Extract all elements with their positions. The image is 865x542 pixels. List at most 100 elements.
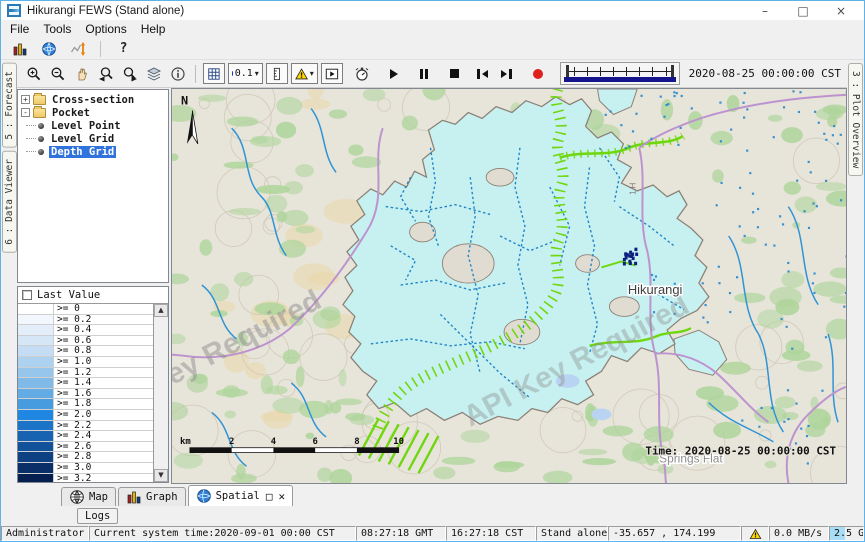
- timeline-tick: [574, 67, 575, 76]
- toolbar-separator: [100, 41, 101, 57]
- tree-item-cross-section[interactable]: +Cross-section: [19, 93, 167, 106]
- svg-text:10: 10: [393, 437, 404, 447]
- zoom-in-button[interactable]: [23, 63, 44, 84]
- legend-row[interactable]: >= 2.0: [18, 410, 153, 421]
- tree-item-level-grid[interactable]: Level Grid: [19, 132, 167, 145]
- legend-row[interactable]: >= 0: [18, 304, 153, 315]
- tree-item-level-point[interactable]: Level Point: [19, 119, 167, 132]
- pause-button[interactable]: [414, 63, 435, 84]
- legend-rows: >= 0>= 0.2>= 0.4>= 0.6>= 0.8>= 1.0>= 1.2…: [18, 304, 154, 482]
- step-back-icon: [482, 70, 488, 78]
- database-display-button[interactable]: [9, 38, 30, 59]
- timeline-tick: [587, 67, 588, 76]
- tree-connector: [26, 151, 36, 152]
- side-tab-5-forecast[interactable]: 5 : Forecast: [2, 63, 17, 148]
- menu-options[interactable]: Options: [80, 22, 135, 36]
- time-slider[interactable]: [560, 62, 680, 85]
- map-display-button[interactable]: [38, 38, 59, 59]
- tab-close-button[interactable]: ✕: [276, 490, 285, 503]
- scroll-up-icon[interactable]: ▲: [154, 304, 168, 317]
- tree-item-depth-grid[interactable]: Depth Grid: [19, 145, 167, 158]
- zoom-previous-icon: [98, 66, 114, 82]
- app-logo-icon: [7, 4, 21, 17]
- zoom-in-icon: [26, 66, 42, 82]
- step-forward-icon: [501, 70, 507, 78]
- scroll-down-icon[interactable]: ▼: [154, 469, 168, 482]
- tab-spatial[interactable]: Spatial□✕: [188, 485, 294, 506]
- zoom-next-button[interactable]: [119, 63, 140, 84]
- tab-float-button[interactable]: □: [264, 490, 273, 503]
- legend-label: >= 0: [54, 304, 153, 315]
- globe-wire-icon: [69, 489, 85, 505]
- toolbar-map: 0.1▾ ▾ 2020-08-25 00:00:00 CST: [17, 60, 847, 88]
- stopwatch-icon: [354, 66, 370, 82]
- menu-tools[interactable]: Tools: [38, 22, 80, 36]
- animation-window-button[interactable]: [321, 63, 343, 84]
- app-window: Hikurangi FEWS (Stand alone) – □ × FileT…: [0, 0, 865, 542]
- pan-hand-icon: [74, 66, 90, 82]
- legend-row[interactable]: >= 1.0: [18, 357, 153, 368]
- toolbar-main: ?: [1, 38, 864, 60]
- side-tab-3-plot-overview[interactable]: 3 : Plot Overview: [848, 63, 863, 176]
- warning-dropdown[interactable]: ▾: [291, 63, 318, 84]
- close-button[interactable]: ×: [822, 2, 860, 20]
- animation-timer-button[interactable]: [352, 63, 373, 84]
- help-button[interactable]: ?: [113, 38, 134, 59]
- tab-map[interactable]: Map: [61, 487, 116, 506]
- timeline-tick: [613, 67, 614, 76]
- left-panel: +Cross-section-PocketLevel PointLevel Gr…: [17, 88, 171, 484]
- play-button[interactable]: [384, 63, 405, 84]
- map-canvas: API Key Required API Key Required 1 H Hi…: [172, 89, 846, 483]
- legend-swatch: [18, 410, 54, 421]
- globe-icon: [196, 488, 212, 504]
- tab-graph[interactable]: Graph: [118, 487, 186, 506]
- status-mode: Stand alone: [536, 526, 608, 541]
- layers-button[interactable]: [143, 63, 164, 84]
- zoom-out-icon: [50, 66, 66, 82]
- chart-updown-icon: [70, 41, 86, 57]
- timeline-tick: [626, 67, 627, 76]
- right-tab-strip: 3 : Plot Overview: [847, 60, 864, 526]
- menu-help[interactable]: Help: [136, 22, 175, 36]
- step-back-button[interactable]: [472, 63, 493, 84]
- legend-label: >= 1.0: [54, 357, 153, 368]
- status-local-time: 16:27:18 CST: [446, 526, 536, 541]
- bullet-icon: [38, 149, 44, 155]
- legend-row[interactable]: >= 3.0: [18, 463, 153, 474]
- menu-file[interactable]: File: [5, 22, 38, 36]
- tree-item-pocket[interactable]: -Pocket: [19, 106, 167, 119]
- info-button[interactable]: [167, 63, 188, 84]
- timeline-tick: [600, 67, 601, 76]
- grid-icon: [207, 66, 221, 82]
- logs-button[interactable]: Logs: [77, 508, 118, 524]
- tree-expander[interactable]: +: [21, 95, 30, 104]
- timeline-tick: [652, 67, 653, 76]
- zoom-previous-button[interactable]: [95, 63, 116, 84]
- record-button[interactable]: [528, 63, 549, 84]
- map-view[interactable]: API Key Required API Key Required 1 H Hi…: [171, 88, 847, 484]
- svg-text:2: 2: [229, 437, 234, 447]
- legend-swatch: [18, 474, 54, 483]
- pan-button[interactable]: [71, 63, 92, 84]
- timeseries-display-button[interactable]: [67, 38, 88, 59]
- minimize-button[interactable]: –: [746, 2, 784, 20]
- last-value-checkbox[interactable]: [22, 290, 32, 300]
- legend-scrollbar[interactable]: ▲ ▼: [154, 304, 168, 482]
- contour-threshold-dropdown[interactable]: 0.1▾: [228, 63, 263, 84]
- stop-button[interactable]: [444, 63, 465, 84]
- legend-swatch: [18, 336, 54, 347]
- warning-icon: [749, 528, 762, 540]
- zoom-out-button[interactable]: [47, 63, 68, 84]
- bar-chart-icon: [126, 489, 142, 505]
- legend-row[interactable]: >= 3.2: [18, 474, 153, 483]
- svg-text:N: N: [181, 94, 188, 108]
- folder-icon: [33, 95, 46, 105]
- status-warning-button[interactable]: [741, 526, 769, 541]
- grid-display-button[interactable]: [203, 63, 225, 84]
- step-forward-button[interactable]: [496, 63, 517, 84]
- tree-expander[interactable]: -: [21, 108, 30, 117]
- bottom-tab-bar: MapGraphSpatial□✕: [17, 484, 847, 506]
- maximize-button[interactable]: □: [784, 2, 822, 20]
- scale-ruler-button[interactable]: [266, 63, 288, 84]
- side-tab-6-data-viewer[interactable]: 6 : Data Viewer: [2, 151, 17, 253]
